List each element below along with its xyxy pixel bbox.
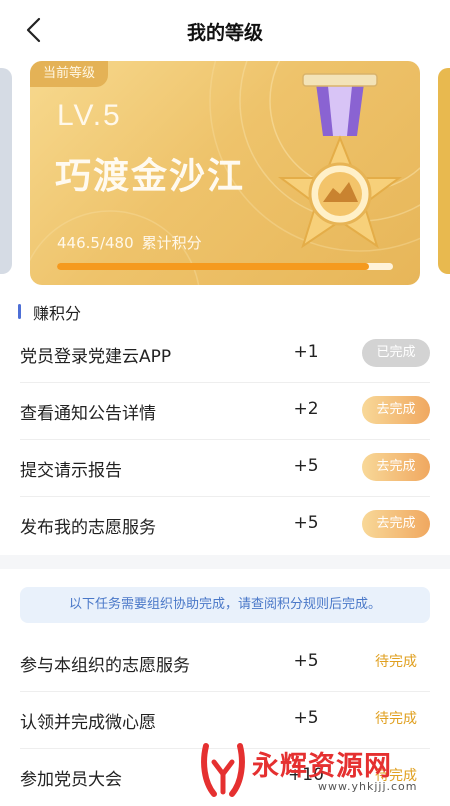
task-row: 党员登录党建云APP +1 已完成: [0, 326, 450, 383]
task-name: 参与本组织的志愿服务: [20, 656, 190, 676]
task-name: 参加党员大会: [20, 770, 122, 790]
go-complete-button[interactable]: 去完成: [362, 396, 430, 424]
level-code: LV.5: [57, 99, 122, 132]
points-label: 累计积分: [141, 234, 202, 252]
task-points: +5: [293, 456, 319, 476]
task-points: +1: [293, 342, 319, 362]
task-name: 提交请示报告: [20, 461, 122, 481]
current-level-badge: 当前等级: [30, 61, 109, 87]
pending-status: 待完成: [375, 654, 417, 670]
task-name: 查看通知公告详情: [20, 404, 156, 424]
watermark-title: 永辉资源网: [252, 751, 392, 782]
completed-button[interactable]: 已完成: [362, 339, 430, 367]
page-title: 我的等级: [186, 22, 263, 44]
section-separator: [0, 555, 450, 569]
prev-level-card[interactable]: [0, 68, 12, 274]
task-points: +5: [293, 651, 319, 671]
next-level-card[interactable]: [438, 68, 450, 274]
go-complete-button[interactable]: 去完成: [362, 453, 430, 481]
level-progress-fill: [57, 263, 370, 270]
task-points: +5: [293, 708, 319, 728]
current-level-card[interactable]: 当前等级 LV.5 巧渡金沙江 446.5/480 累计积分: [30, 61, 420, 285]
task-name: 认领并完成微心愿: [20, 713, 156, 733]
task-row: 提交请示报告 +5 去完成: [0, 440, 450, 497]
task-name: 党员登录党建云APP: [20, 347, 172, 367]
pending-status: 待完成: [375, 711, 417, 727]
section-title: 赚积分: [33, 304, 82, 323]
watermark-url: www.yhkjjj.com: [318, 780, 418, 793]
org-task-notice: 以下任务需要组织协助完成，请查阅积分规则后完成。: [20, 587, 430, 623]
watermark-logo-icon: [201, 743, 245, 797]
level-progress-bar: [57, 263, 393, 270]
task-points: +2: [293, 399, 319, 419]
site-watermark: 永辉资源网 www.yhkjjj.com: [200, 740, 445, 800]
top-bar: 我的等级: [0, 0, 450, 60]
level-name: 巧渡金沙江: [55, 156, 246, 197]
task-row: 参与本组织的志愿服务 +5 待完成: [0, 635, 450, 692]
task-points: +5: [293, 513, 319, 533]
task-row: 发布我的志愿服务 +5 去完成: [0, 497, 450, 554]
section-accent-bar: [18, 304, 21, 319]
task-name: 发布我的志愿服务: [20, 518, 156, 538]
points-value: 446.5/480: [57, 234, 134, 252]
points-summary: 446.5/480 累计积分: [57, 232, 210, 253]
medal-icon: [277, 73, 403, 249]
go-complete-button[interactable]: 去完成: [362, 510, 430, 538]
task-row: 查看通知公告详情 +2 去完成: [0, 383, 450, 440]
